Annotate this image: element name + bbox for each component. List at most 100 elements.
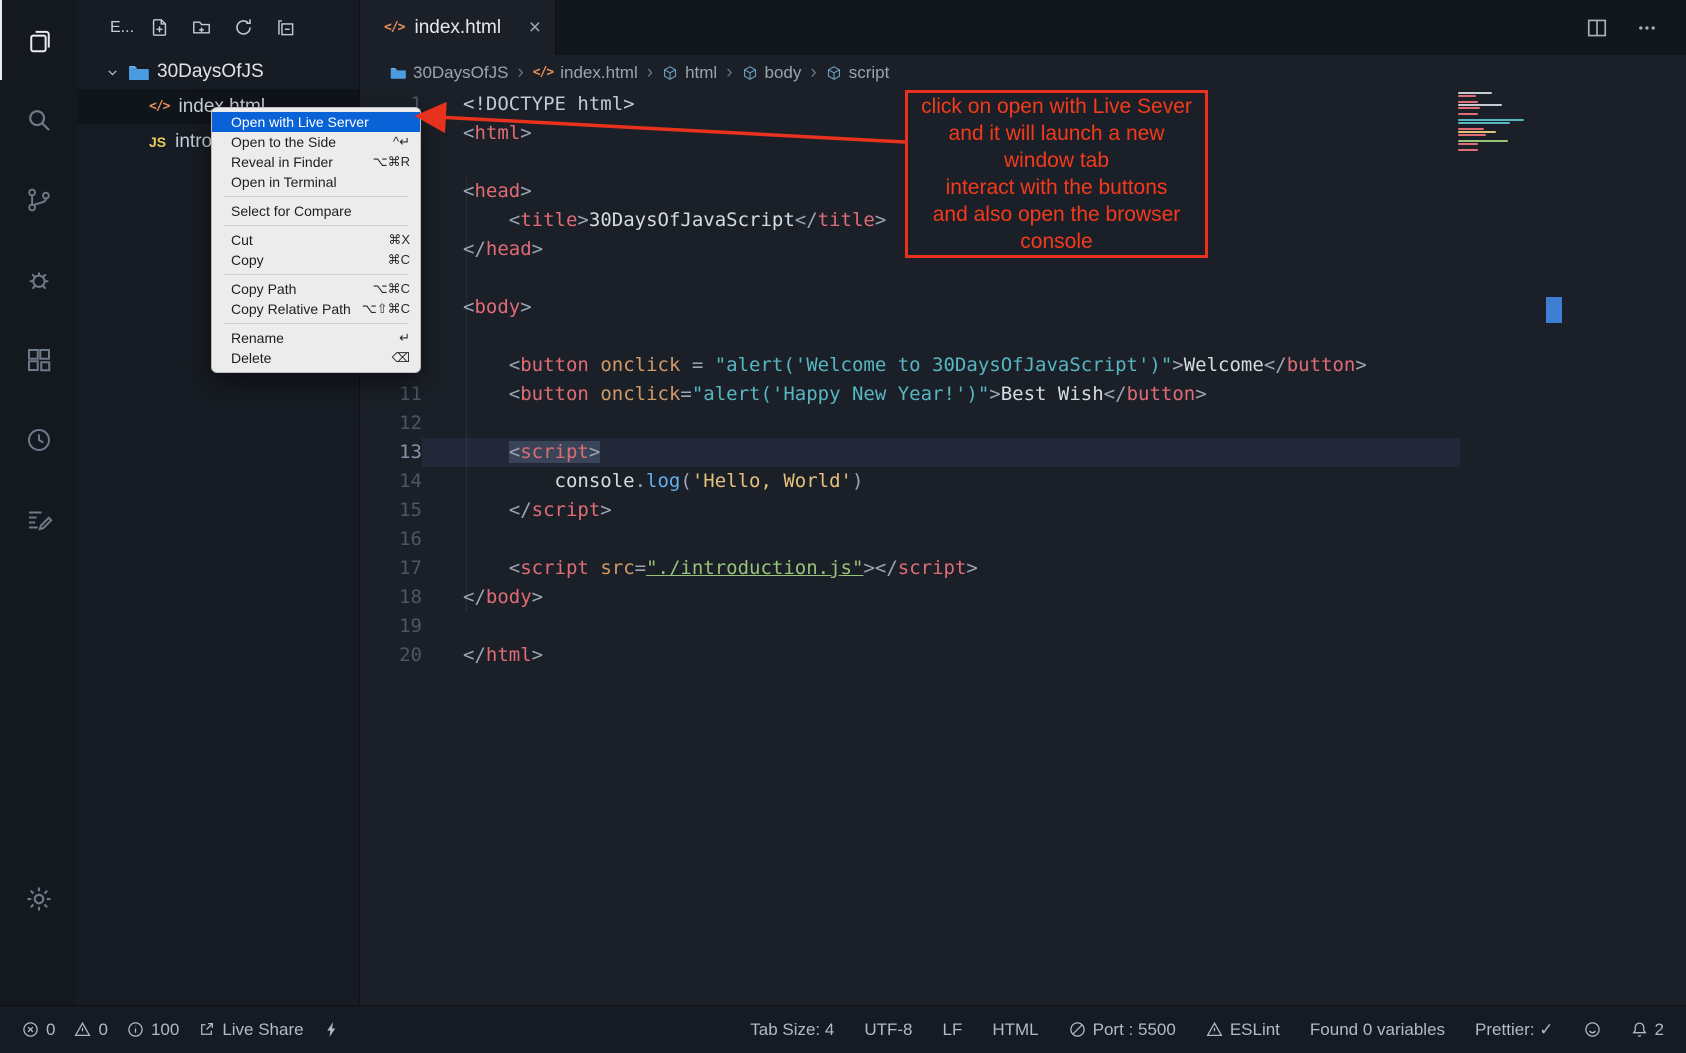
menu-item-open-to-the-side[interactable]: Open to the Side^↵ bbox=[212, 132, 420, 152]
status-live-share[interactable]: Live Share bbox=[198, 1020, 303, 1040]
line-number: 18 bbox=[360, 583, 422, 612]
info-icon bbox=[127, 1021, 144, 1038]
line-number: 12 bbox=[360, 409, 422, 438]
menu-item-cut[interactable]: Cut⌘X bbox=[212, 230, 420, 250]
bolt-icon bbox=[323, 1021, 340, 1038]
menu-item-select-for-compare[interactable]: Select for Compare bbox=[212, 201, 420, 221]
chevron-right-icon: › bbox=[726, 62, 732, 84]
status-html[interactable]: HTML bbox=[992, 1020, 1038, 1040]
breadcrumb: 30DaysOfJS › </>index.html › html › body › scrip… bbox=[360, 55, 1686, 90]
chevron-right-icon: › bbox=[647, 62, 653, 84]
code-line-12[interactable]: 12 bbox=[360, 409, 1686, 438]
status-prettier[interactable]: Prettier: ✓ bbox=[1475, 1020, 1553, 1040]
menu-separator bbox=[224, 323, 408, 324]
menu-item-delete[interactable]: Delete⌫ bbox=[212, 348, 420, 368]
editor-actions bbox=[1586, 0, 1686, 55]
status-tab-size-4[interactable]: Tab Size: 4 bbox=[750, 1020, 834, 1040]
code-line-11[interactable]: 11 <button onclick="alert('Happy New Yea… bbox=[360, 380, 1686, 409]
code-line-9[interactable]: 9 bbox=[360, 322, 1686, 351]
status-left: 00 100 Live Share bbox=[22, 1020, 340, 1040]
minimap[interactable] bbox=[1458, 92, 1550, 152]
activity-debug[interactable] bbox=[0, 240, 77, 320]
line-number: 15 bbox=[360, 496, 422, 525]
share-icon bbox=[198, 1021, 215, 1038]
activity-extensions[interactable] bbox=[0, 320, 77, 400]
code-line-10[interactable]: 10 <button onclick = "alert('Welcome to … bbox=[360, 351, 1686, 380]
status-smiley[interactable] bbox=[1584, 1021, 1601, 1038]
code-line-14[interactable]: 14 console.log('Hello, World') bbox=[360, 467, 1686, 496]
warning-icon bbox=[74, 1021, 91, 1038]
breadcrumb-html[interactable]: html bbox=[662, 63, 717, 83]
line-number: 13 bbox=[360, 438, 422, 467]
menu-item-copy[interactable]: Copy⌘C bbox=[212, 250, 420, 270]
code-line-7[interactable]: 7 bbox=[360, 264, 1686, 293]
cube-icon bbox=[742, 65, 758, 81]
vscode-window: E... 30DaysOfJS </>index.htmlJSintroduct… bbox=[0, 0, 1686, 1053]
status-utf-8[interactable]: UTF-8 bbox=[864, 1020, 912, 1040]
activity-feedback[interactable] bbox=[0, 480, 77, 560]
status-0[interactable]: 0 bbox=[74, 1020, 107, 1040]
close-icon[interactable]: × bbox=[529, 16, 541, 40]
menu-item-copy-relative-path[interactable]: Copy Relative Path⌥⇧⌘C bbox=[212, 299, 420, 319]
menu-item-open-with-live-server[interactable]: Open with Live Server bbox=[212, 112, 420, 132]
annotation-text: console bbox=[908, 228, 1205, 255]
folder-row-30daysofjs[interactable]: 30DaysOfJS bbox=[77, 55, 359, 89]
tab-label: index.html bbox=[414, 17, 501, 39]
activity-settings[interactable] bbox=[0, 859, 77, 939]
activity-explorer[interactable] bbox=[0, 0, 77, 80]
more-actions-icon[interactable] bbox=[1636, 17, 1658, 39]
menu-item-copy-path[interactable]: Copy Path⌥⌘C bbox=[212, 279, 420, 299]
menu-item-rename[interactable]: Rename↵ bbox=[212, 328, 420, 348]
menu-item-open-in-terminal[interactable]: Open in Terminal bbox=[212, 172, 420, 192]
breadcrumb-script[interactable]: script bbox=[826, 63, 890, 83]
code-line-16[interactable]: 16 bbox=[360, 525, 1686, 554]
bell-icon bbox=[1631, 1021, 1648, 1038]
annotation-text: click on open with Live Sever bbox=[908, 93, 1205, 120]
status-0[interactable]: 0 bbox=[22, 1020, 55, 1040]
code-line-18[interactable]: 18</body> bbox=[360, 583, 1686, 612]
line-number: 11 bbox=[360, 380, 422, 409]
status-bolt[interactable] bbox=[323, 1021, 340, 1038]
menu-item-reveal-in-finder[interactable]: Reveal in Finder⌥⌘R bbox=[212, 152, 420, 172]
annotation-text: window tab bbox=[908, 147, 1205, 174]
code-line-19[interactable]: 19 bbox=[360, 612, 1686, 641]
breadcrumb-30daysofjs[interactable]: 30DaysOfJS bbox=[390, 63, 508, 83]
activity-source-control[interactable] bbox=[0, 160, 77, 240]
annotation-box: click on open with Live Severand it will… bbox=[905, 90, 1208, 258]
code-line-15[interactable]: 15 </script> bbox=[360, 496, 1686, 525]
new-folder-icon[interactable] bbox=[192, 18, 211, 37]
indent-guide bbox=[466, 177, 467, 612]
activity-search[interactable] bbox=[0, 80, 77, 160]
status-port-5500[interactable]: Port : 5500 bbox=[1069, 1020, 1176, 1040]
chevron-down-icon bbox=[105, 65, 120, 80]
code-line-8[interactable]: 8<body> bbox=[360, 293, 1686, 322]
status-lf[interactable]: LF bbox=[943, 1020, 963, 1040]
status-eslint[interactable]: ESLint bbox=[1206, 1020, 1280, 1040]
status-2[interactable]: 2 bbox=[1631, 1020, 1664, 1040]
tab-index-html[interactable]: </> index.html × bbox=[360, 0, 556, 55]
chevron-right-icon: › bbox=[810, 62, 816, 84]
chevron-right-icon: › bbox=[517, 62, 523, 84]
status-found-0-variables[interactable]: Found 0 variables bbox=[1310, 1020, 1445, 1040]
status-100[interactable]: 100 bbox=[127, 1020, 179, 1040]
html-file-icon: </> bbox=[384, 20, 404, 35]
menu-separator bbox=[224, 225, 408, 226]
refresh-icon[interactable] bbox=[234, 18, 253, 37]
collapse-all-icon[interactable] bbox=[276, 18, 295, 37]
activity-history[interactable] bbox=[0, 400, 77, 480]
explorer-title: E... bbox=[110, 19, 134, 37]
annotation-text: interact with the buttons bbox=[908, 174, 1205, 201]
breadcrumb-index-html[interactable]: </>index.html bbox=[533, 63, 638, 83]
tab-bar: </> index.html × bbox=[360, 0, 1686, 55]
new-file-icon[interactable] bbox=[150, 18, 169, 37]
code-line-20[interactable]: 20</html> bbox=[360, 641, 1686, 670]
status-right: Tab Size: 4 UTF-8 LF HTML Port : 5500 ESLint F… bbox=[750, 1020, 1664, 1040]
split-editor-icon[interactable] bbox=[1586, 17, 1608, 39]
smiley-icon bbox=[1584, 1021, 1601, 1038]
activity-bar bbox=[0, 0, 77, 1005]
code-line-13[interactable]: 13 <script> bbox=[360, 438, 1686, 467]
menu-separator bbox=[224, 196, 408, 197]
code-line-17[interactable]: 17 <script src="./introduction.js"></scr… bbox=[360, 554, 1686, 583]
breadcrumb-body[interactable]: body bbox=[742, 63, 802, 83]
explorer-actions bbox=[150, 18, 295, 37]
